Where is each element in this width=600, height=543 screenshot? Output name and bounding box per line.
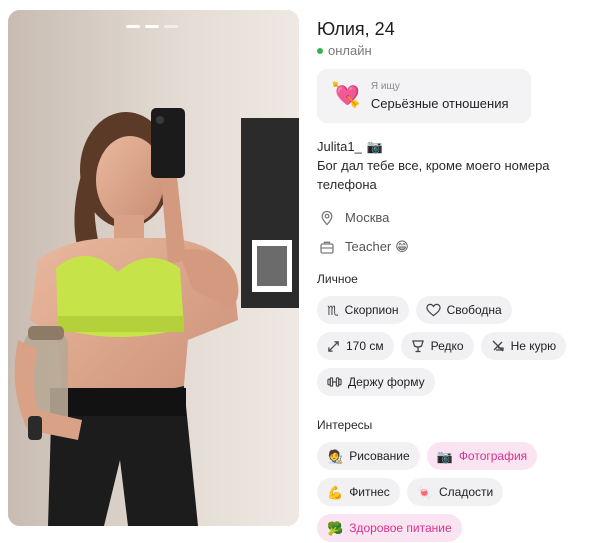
chip-smoking[interactable]: Не курю — [480, 332, 567, 360]
flexed-biceps-icon: 💪 — [327, 484, 344, 500]
chip-height-label: 170 см — [346, 339, 384, 353]
camera-icon: 📷 — [366, 139, 383, 154]
looking-for-value: Серьёзные отношения — [370, 96, 509, 111]
dumbbell-icon — [327, 377, 342, 387]
chip-interest-healthy-food[interactable]: 🥦 Здоровое питание — [317, 514, 462, 542]
glass-icon — [411, 340, 424, 353]
photo-illustration — [8, 10, 299, 526]
bio: Julita1_ 📷 Бог дал тебе все, кроме моего… — [317, 137, 593, 194]
chip-fitness-level[interactable]: Держу форму — [317, 368, 435, 396]
location-pin-icon — [321, 210, 333, 225]
chip-relationship[interactable]: Свободна — [415, 296, 512, 324]
camera-icon: 📷 — [436, 448, 453, 464]
chip-height[interactable]: 170 см — [317, 332, 394, 360]
chip-zodiac-label: Скорпион — [344, 303, 399, 317]
photo-indicators — [126, 25, 178, 28]
profile-info: Юлия, 24 онлайн 💘 Я ищу Серьёзные отноше… — [317, 18, 593, 542]
chip-interest-fitness[interactable]: 💪 Фитнес — [317, 478, 400, 506]
heart-arrow-icon: 💘 — [331, 82, 361, 109]
photo-indicator-1[interactable] — [126, 25, 140, 28]
online-status-label: онлайн — [328, 43, 372, 58]
chip-alcohol-label: Редко — [430, 339, 464, 353]
interests-section-title: Интересы — [317, 418, 373, 432]
online-dot-icon — [317, 47, 323, 54]
personal-chips: ♏ Скорпион Свободна 170 см Редко Не курю… — [317, 296, 593, 396]
looking-for-card: 💘 Я ищу Серьёзные отношения — [317, 69, 531, 123]
chip-relationship-label: Свободна — [446, 303, 502, 317]
candy-icon: 🍬 — [416, 484, 433, 500]
profile-name: Юлия, 24 — [317, 19, 395, 39]
chip-interest-drawing-label: Рисование — [349, 449, 410, 463]
chip-smoking-label: Не курю — [510, 339, 557, 353]
personal-section-title: Личное — [317, 272, 358, 286]
chip-fitness-level-label: Держу форму — [348, 375, 425, 389]
city-label: Москва — [345, 210, 390, 225]
profile-photo[interactable] — [8, 10, 299, 526]
online-status: онлайн — [317, 43, 593, 58]
bio-text: Бог дал тебе все, кроме моего номера тел… — [317, 158, 550, 192]
profile-meta: Москва Teacher 😁 — [317, 203, 593, 261]
artist-icon: 🧑‍🎨 — [327, 448, 344, 464]
chip-interest-photography[interactable]: 📷 Фотография — [426, 442, 538, 470]
scorpio-sign-icon: ♏ — [327, 302, 339, 318]
no-smoking-icon — [492, 340, 504, 352]
chip-alcohol[interactable]: Редко — [400, 332, 474, 360]
chip-interest-healthy-food-label: Здоровое питание — [349, 521, 452, 535]
chip-interest-sweets[interactable]: 🍬 Сладости — [406, 478, 504, 506]
bio-handle: Julita1_ — [317, 139, 362, 154]
chip-zodiac[interactable]: ♏ Скорпион — [317, 296, 409, 324]
job-row: Teacher 😁 — [317, 232, 593, 261]
grin-emoji-icon: 😁 — [395, 238, 409, 254]
looking-for-label: Я ищу — [370, 81, 400, 92]
chip-interest-fitness-label: Фитнес — [349, 485, 390, 499]
photo-indicator-2[interactable] — [145, 25, 159, 28]
photo-indicator-3[interactable] — [164, 25, 178, 28]
chip-interest-photography-label: Фотография — [458, 449, 528, 463]
city-row: Москва — [317, 203, 593, 232]
interest-chips: 🧑‍🎨 Рисование 📷 Фотография 💪 Фитнес 🍬 Сл… — [317, 442, 593, 542]
height-arrows-icon — [328, 340, 339, 352]
briefcase-icon — [320, 241, 334, 254]
chip-interest-drawing[interactable]: 🧑‍🎨 Рисование — [317, 442, 420, 470]
job-label: Teacher — [345, 239, 392, 254]
heart-outline-icon — [425, 303, 441, 317]
chip-interest-sweets-label: Сладости — [439, 485, 494, 499]
broccoli-icon: 🥦 — [327, 520, 344, 536]
